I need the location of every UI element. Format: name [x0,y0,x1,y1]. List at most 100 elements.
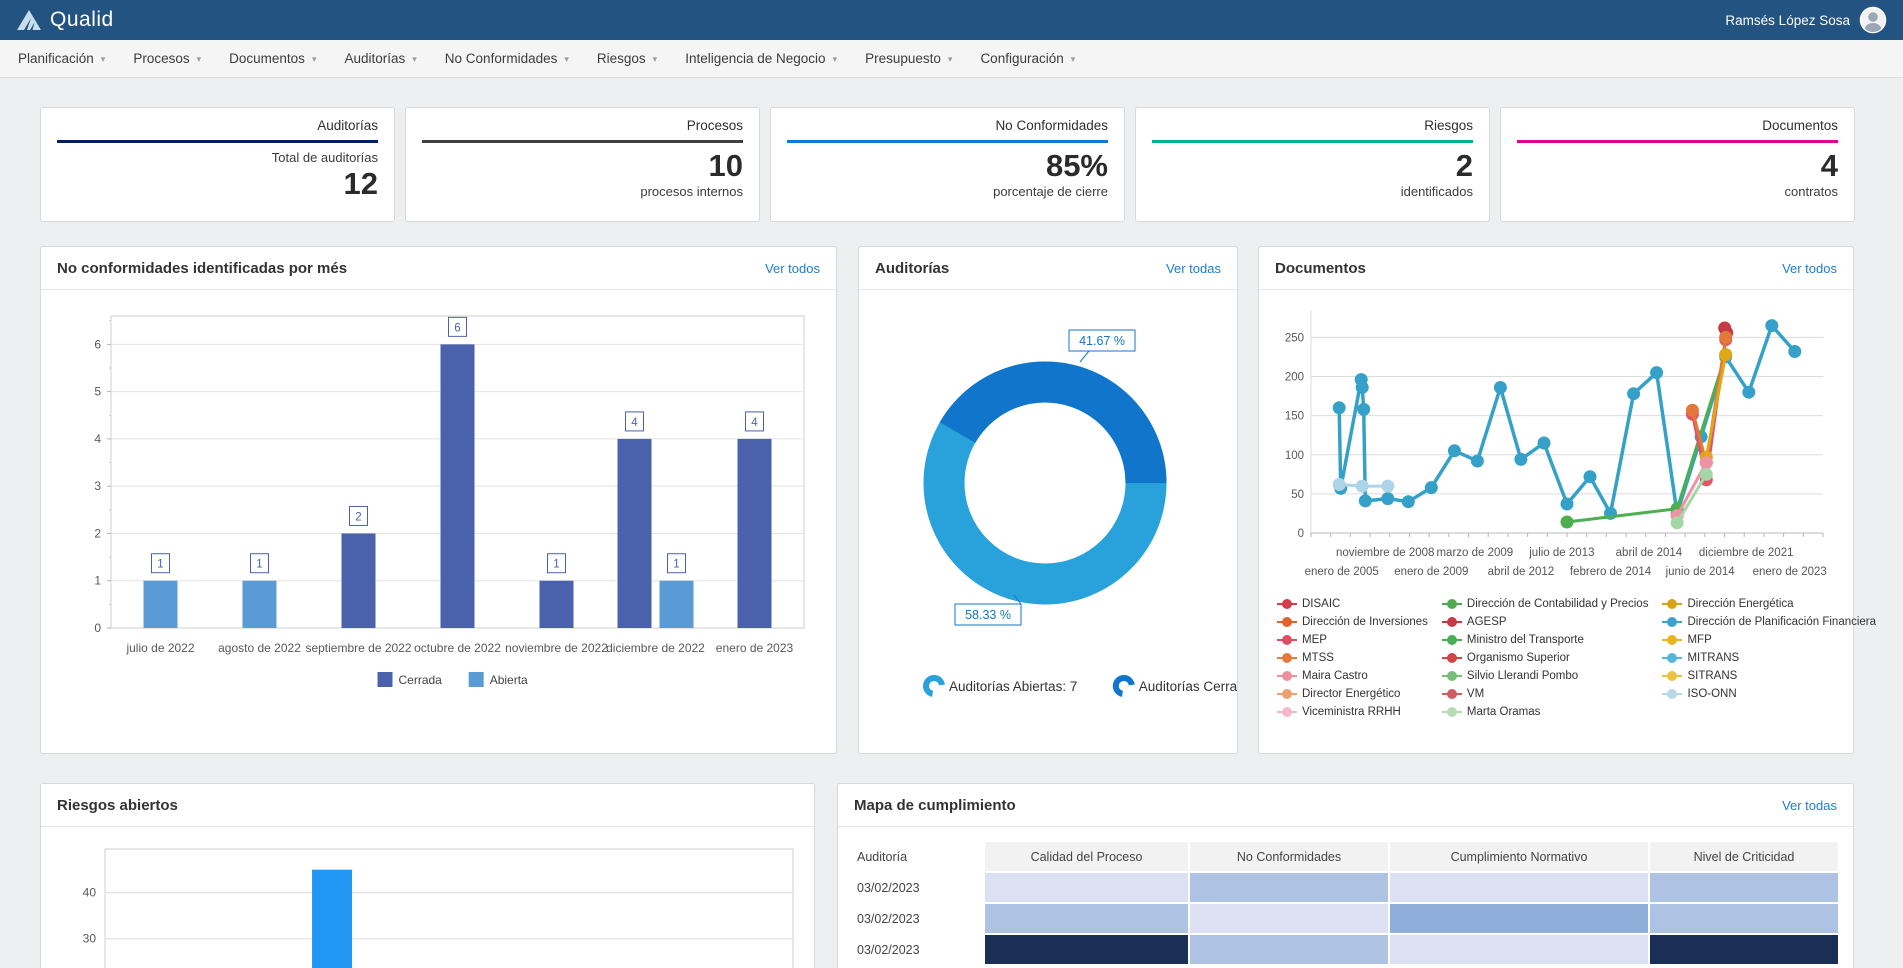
documents-legend: DISAIC Dirección de Inversiones MEP MTSS Mai… [1259,590,1853,719]
column-header-nivel-de-criticidad: Nivel de Criticidad [1649,841,1839,872]
legend-label: Ministro del Transporte [1467,634,1584,646]
card-title: Auditorías [57,118,378,133]
card-title: Procesos [422,118,743,133]
menu-item-auditorias[interactable]: Auditorías▾ [330,40,430,77]
svg-text:1: 1 [94,574,101,588]
menu-item-configuracion[interactable]: Configuración▾ [966,40,1089,77]
legend-item-direccion-energetica: Dirección Energética [1662,596,1876,611]
legend-item-viceministra-rrhh: Viceministra RRHH [1277,704,1428,719]
card-accent-line [787,140,1108,143]
menu-item-presupuesto[interactable]: Presupuesto▾ [851,40,966,77]
legend-label: Maira Castro [1302,670,1368,682]
legend-label: Dirección de Inversiones [1302,616,1428,628]
ver-todos-link[interactable]: Ver todos [1782,261,1837,276]
menu-item-planificacion[interactable]: Planificación▾ [4,40,119,77]
ver-todos-link[interactable]: Ver todos [765,261,820,276]
card-accent-line [1517,140,1838,143]
svg-text:1: 1 [673,559,679,571]
legend-label: VM [1467,688,1484,700]
summary-card-auditorias: AuditoríasTotal de auditorías12 [40,107,395,222]
svg-text:4: 4 [631,417,638,429]
svg-text:0: 0 [1298,528,1304,540]
svg-text:6: 6 [454,322,460,334]
svg-text:0: 0 [94,621,101,635]
svg-text:marzo de 2009: marzo de 2009 [1436,547,1513,559]
svg-text:julio de 2013: julio de 2013 [1528,547,1594,559]
svg-text:6: 6 [94,337,101,351]
heatmap-cell-dark [1649,934,1839,965]
user-avatar-icon[interactable] [1859,6,1887,34]
card-label: Total de auditorías [57,149,378,167]
chevron-down-icon: ▾ [412,52,417,65]
chevron-down-icon: ▾ [653,52,658,65]
card-value: 2 [1152,149,1473,183]
menu-item-inteligencia-de-negocio[interactable]: Inteligencia de Negocio▾ [671,40,851,77]
card-accent-line [1152,140,1473,143]
card-accent-line [57,140,378,143]
legend-item-organismo-superior: Organismo Superior [1442,650,1649,665]
summary-card-documentos: Documentos4contratos [1500,107,1855,222]
legend-label: Marta Oramas [1467,706,1541,718]
legend-item-disaic: DISAIC [1277,596,1428,611]
series-marker-icon [1442,616,1462,627]
series-marker-icon [1442,688,1462,699]
legend-item-iso-onn: ISO-ONN [1662,686,1876,701]
legend-label: Dirección de Planificación Financiera [1687,616,1876,628]
card-title: Riesgos [1152,118,1473,133]
legend-label: MTSS [1302,652,1334,664]
legend-item-mitrans: MITRANS [1662,650,1876,665]
top-navigation-bar: Qualid Ramsés López Sosa [0,0,1903,40]
svg-text:1: 1 [157,559,163,571]
svg-text:enero de 2009: enero de 2009 [1394,566,1468,578]
ver-todas-link[interactable]: Ver todas [1166,261,1221,276]
svg-text:enero de 2023: enero de 2023 [1753,566,1827,578]
legend-item-vm: VM [1442,686,1649,701]
svg-text:58.33 %: 58.33 % [965,608,1011,622]
panel-title: No conformidades identificadas por més [57,260,347,277]
svg-text:2: 2 [94,526,101,540]
series-marker-icon [1662,688,1682,699]
legend-label: AGESP [1467,616,1507,628]
legend-label: ISO-ONN [1687,688,1736,700]
legend-label: DISAIC [1302,598,1340,610]
series-marker-icon [1277,598,1297,609]
series-marker-icon [1277,670,1297,681]
svg-text:diciembre de 2021: diciembre de 2021 [1699,547,1794,559]
legend-item-direccion-de-inversiones: Dirección de Inversiones [1277,614,1428,629]
chevron-down-icon: ▾ [197,52,202,65]
panel-title: Documentos [1275,260,1366,277]
svg-text:Auditorías Cerradas: 5: Auditorías Cerradas: 5 [1139,679,1237,694]
compliance-table: AuditoríaCalidad del ProcesoNo Conformid… [854,841,1839,965]
menu-item-riesgos[interactable]: Riesgos▾ [583,40,671,77]
panel-audits: Auditorías Ver todas 41.67 %58.33 %Audit… [858,246,1238,754]
card-label: identificados [1152,183,1473,201]
ver-todas-link[interactable]: Ver todas [1782,798,1837,813]
legend-item-agesp: AGESP [1442,614,1649,629]
svg-text:julio de 2022: julio de 2022 [125,641,194,655]
chevron-down-icon: ▾ [564,52,569,65]
svg-text:Auditorías Abiertas: 7: Auditorías Abiertas: 7 [949,679,1077,694]
card-value: 85% [787,149,1108,183]
svg-text:2: 2 [355,511,361,523]
menu-item-documentos[interactable]: Documentos▾ [215,40,330,77]
svg-text:3: 3 [94,479,101,493]
svg-text:abril de 2014: abril de 2014 [1616,547,1683,559]
series-marker-icon [1277,688,1297,699]
card-title: Documentos [1517,118,1838,133]
svg-text:250: 250 [1285,332,1304,344]
menu-item-no-conformidades[interactable]: No Conformidades▾ [431,40,583,77]
svg-text:5: 5 [94,385,101,399]
menu-item-procesos[interactable]: Procesos▾ [119,40,215,77]
audits-donut-chart: 41.67 %58.33 %Auditorías Abiertas: 7Audi… [859,290,1237,728]
chevron-down-icon: ▾ [1071,52,1076,65]
svg-text:200: 200 [1285,372,1304,384]
user-menu[interactable]: Ramsés López Sosa [1725,6,1887,34]
legend-item-mep: MEP [1277,632,1428,647]
legend-label: SITRANS [1687,670,1737,682]
panel-title: Riesgos abiertos [57,797,178,814]
svg-text:100: 100 [1285,450,1304,462]
heatmap-cell-medium [1389,903,1649,934]
svg-text:enero de 2005: enero de 2005 [1305,566,1379,578]
svg-text:noviembre de 2008: noviembre de 2008 [1336,547,1434,559]
panel-compliance: Mapa de cumplimiento Ver todas Auditoría… [837,783,1854,968]
